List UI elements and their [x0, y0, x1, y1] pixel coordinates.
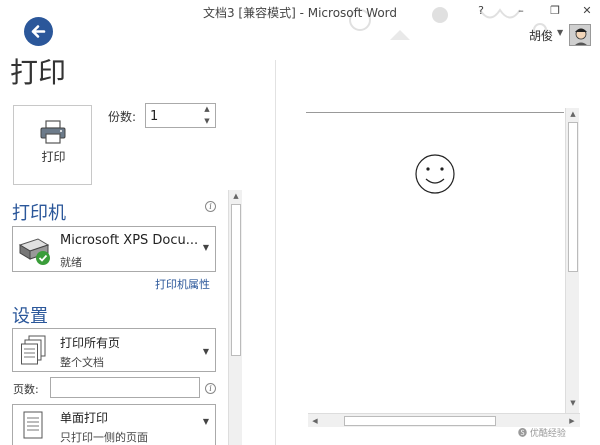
printer-icon [40, 120, 66, 144]
printer-properties-link[interactable]: 打印机属性 [155, 276, 210, 292]
all-pages-icon [21, 335, 46, 365]
title-bar: 文档3 [兼容模式] - Microsoft Word ? – ❐ ✕ [0, 0, 600, 40]
chevron-down-icon: ▼ [202, 417, 209, 426]
printer-name: Microsoft XPS Docu... [60, 233, 199, 248]
printer-status: 就绪 [60, 256, 82, 269]
chevron-down-icon[interactable]: ▼ [557, 28, 563, 37]
watermark: 🅢 优酷经验 [518, 429, 566, 439]
pages-input[interactable] [50, 377, 200, 398]
arrow-left-icon [31, 25, 46, 38]
restore-button[interactable]: ❐ [545, 2, 565, 20]
settings-scrollbar[interactable]: ▲ [228, 190, 242, 445]
scroll-left-icon[interactable]: ◀ [308, 414, 322, 428]
single-sided-icon [23, 411, 43, 439]
pages-label: 页数: [13, 383, 39, 396]
sides-title: 单面打印 [60, 411, 109, 425]
chevron-down-icon: ▼ [202, 243, 209, 252]
smiley-face-icon [415, 154, 455, 194]
copies-decrement-icon[interactable]: ▼ [200, 116, 214, 127]
scroll-up-icon[interactable]: ▲ [229, 192, 243, 200]
window-title: 文档3 [兼容模式] - Microsoft Word [202, 6, 398, 20]
print-range-title: 打印所有页 [60, 336, 121, 350]
page-title: 打印 [10, 56, 67, 89]
preview-horizontal-scrollbar[interactable]: ◀ ▶ [308, 413, 580, 427]
back-button[interactable] [24, 17, 53, 46]
settings-section-title: 设置 [12, 306, 48, 327]
user-avatar-icon [570, 25, 590, 45]
print-button[interactable]: 打印 [13, 105, 92, 185]
print-range-dropdown[interactable]: 打印所有页 整个文档 ▼ [12, 328, 216, 372]
printer-section-title: 打印机 [12, 203, 66, 224]
printer-dropdown[interactable]: Microsoft XPS Docu... 就绪 ▼ [12, 226, 216, 272]
panel-divider [275, 60, 276, 445]
page-top-edge [306, 112, 564, 113]
chevron-down-icon: ▼ [202, 347, 209, 356]
scroll-down-icon[interactable]: ▼ [566, 399, 580, 407]
print-range-sub: 整个文档 [60, 356, 104, 369]
avatar[interactable] [569, 24, 591, 46]
user-name[interactable]: 胡俊 [529, 27, 553, 44]
sides-dropdown[interactable]: 单面打印 只打印一侧的页面 ▼ [12, 404, 216, 445]
copies-label: 份数: [108, 110, 137, 124]
info-icon[interactable]: i [205, 201, 216, 212]
copies-increment-icon[interactable]: ▲ [200, 104, 214, 115]
scrollbar-thumb[interactable] [344, 416, 496, 426]
close-button[interactable]: ✕ [577, 2, 597, 20]
sides-sub: 只打印一侧的页面 [60, 431, 148, 444]
scroll-right-icon[interactable]: ▶ [565, 414, 579, 428]
scrollbar-thumb[interactable] [231, 204, 241, 356]
preview-vertical-scrollbar[interactable]: ▲ ▼ [565, 108, 579, 413]
minimize-button[interactable]: – [511, 2, 531, 20]
info-icon[interactable]: i [205, 383, 216, 394]
print-button-label: 打印 [41, 150, 66, 164]
scrollbar-thumb[interactable] [568, 122, 578, 272]
printer-ready-icon [18, 238, 50, 265]
scroll-up-icon[interactable]: ▲ [566, 110, 580, 118]
help-button[interactable]: ? [471, 2, 491, 20]
